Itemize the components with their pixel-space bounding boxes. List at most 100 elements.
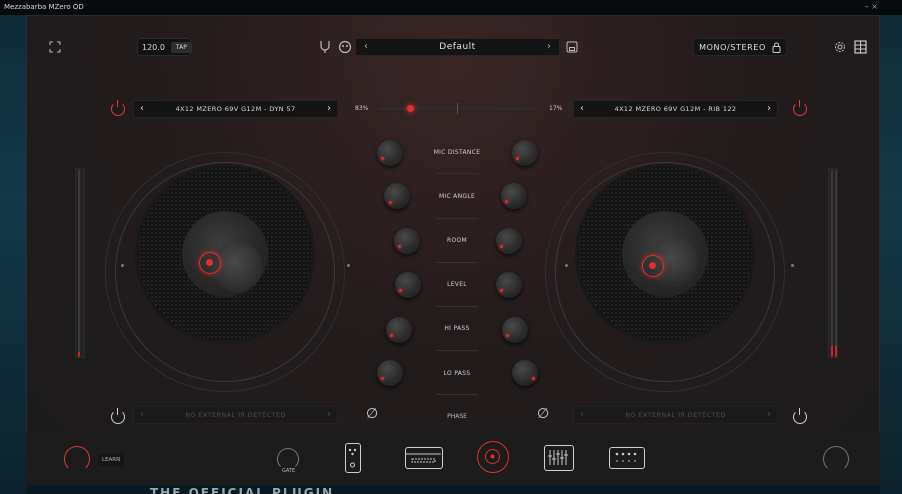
fx-rack-icon[interactable] [609,447,645,469]
window-controls[interactable]: – × [865,2,878,11]
preset-selector[interactable]: ‹ Default › [355,38,560,56]
input-gain-knob[interactable] [64,446,90,472]
learn-button[interactable]: LEARN [98,454,125,466]
cab-b-mic-distance-knob[interactable] [512,140,538,166]
param-divider [436,350,478,351]
speaker-marker [347,264,350,267]
fullscreen-icon[interactable] [46,38,64,56]
hi-pass-label: HI PASS [444,325,470,332]
speaker-marker [791,264,794,267]
cab-a-mic-position-handle[interactable] [199,252,221,274]
cab-a-mic-distance-knob[interactable] [377,140,403,166]
knob-indicator [381,377,384,380]
cab-a-prev-button[interactable]: ‹ [140,103,144,114]
cab-b-mic-angle-knob[interactable] [501,183,527,209]
output-gain-knob[interactable] [823,446,849,472]
knob-indicator [381,157,384,160]
knob-indicator [506,334,509,337]
pedal-icon[interactable] [345,443,361,473]
cab-a-ir-selector[interactable]: ‹ 4X12 MZERO 69V G12M - DYN 57 › [133,100,338,118]
tempo-box[interactable]: 120.0 TAP [137,38,192,56]
ext-ir-b-name: NO EXTERNAL IR DETECTED [625,411,726,419]
ext-ir-a-power-icon[interactable] [111,408,125,424]
cab-b-level-knob[interactable] [496,272,522,298]
level-label: LEVEL [447,281,467,288]
ext-ir-b-selector[interactable]: ‹ NO EXTERNAL IR DETECTED › [573,406,778,424]
amp-layout-icon[interactable] [851,38,869,56]
cab-b-room-knob[interactable] [496,228,522,254]
background-left [0,0,26,494]
meter-level [831,346,833,356]
output-meter-right [828,168,838,358]
cab-b-hi-pass-knob[interactable] [502,317,528,343]
cab-b-ir-selector[interactable]: ‹ 4X12 MZERO 69V G12M - RIB 122 › [573,100,778,118]
cab-b-ir-name: 4X12 MZERO 69V G12M - RIB 122 [614,105,737,113]
slider-center-mark [457,103,458,114]
cab-b-power-icon[interactable] [793,100,807,116]
ext-ir-a-prev-button[interactable]: ‹ [140,409,144,420]
cab-b-next-button[interactable]: › [767,103,771,114]
phase-b-button[interactable]: ∅ [537,406,549,422]
cab-a-hi-pass-knob[interactable] [386,317,412,343]
knob-indicator [516,157,519,160]
cab-a-mic-angle-knob[interactable] [384,183,410,209]
cab-a-level-knob[interactable] [395,272,421,298]
param-divider [436,306,478,307]
cab-b-lo-pass-knob[interactable] [512,360,538,386]
app-title: Mezzabarba MZero OD [4,3,84,11]
meter-level [78,352,80,356]
knob-indicator [505,200,508,203]
mono-stereo-toggle[interactable]: MONO/STEREO [693,38,787,56]
cabinet-icon[interactable] [477,441,509,473]
speaker-marker [565,264,568,267]
tuner-fork-icon[interactable] [316,38,334,56]
ext-ir-b-next-button[interactable]: › [767,409,771,420]
param-divider [436,173,478,174]
knob-indicator [532,377,535,380]
cab-a-power-icon[interactable] [111,100,125,116]
cab-a-speaker [105,152,350,392]
cab-a-lo-pass-knob[interactable] [377,360,403,386]
device-chain-bar [26,432,880,485]
preset-next-button[interactable]: › [547,41,551,52]
eq-rack-icon[interactable] [544,445,574,471]
gate-knob[interactable] [277,448,299,470]
settings-gear-icon[interactable] [831,38,849,56]
cab-a-room-knob[interactable] [394,228,420,254]
tempo-value[interactable]: 120.0 [142,43,165,52]
ext-ir-b-prev-button[interactable]: ‹ [580,409,584,420]
speaker-marker [121,264,124,267]
metronome-icon[interactable] [336,38,354,56]
save-icon[interactable] [563,38,581,56]
phase-label: PHASE [447,413,467,420]
lo-pass-label: LO PASS [443,370,471,377]
lock-icon[interactable] [772,42,781,53]
knob-indicator [399,289,402,292]
param-divider [436,218,478,219]
phase-a-button[interactable]: ∅ [366,406,378,422]
cab-b-mic-position-handle[interactable] [642,255,664,277]
knob-indicator [390,334,393,337]
meter-track-2 [835,170,837,358]
room-label: ROOM [447,237,467,244]
cab-b-speaker [545,152,794,392]
cab-b-prev-button[interactable]: ‹ [580,103,584,114]
param-divider [436,394,478,395]
ext-ir-a-next-button[interactable]: › [327,409,331,420]
mono-stereo-label: MONO/STEREO [699,42,766,52]
cab-mix-slider[interactable] [377,103,537,114]
background-caption: THE OFFICIAL PLUGIN [150,486,335,494]
knob-indicator [398,245,401,248]
cab-a-next-button[interactable]: › [327,103,331,114]
meter-track [831,170,833,358]
tap-button[interactable]: TAP [170,41,192,53]
meter-track [78,170,80,358]
param-divider [436,262,478,263]
mic-distance-label: MIC DISTANCE [433,149,481,156]
ext-ir-a-selector[interactable]: ‹ NO EXTERNAL IR DETECTED › [133,406,338,424]
input-meter-left [75,168,85,358]
background-right [880,0,902,494]
ext-ir-b-power-icon[interactable] [793,408,807,424]
preset-name[interactable]: Default [356,42,559,52]
amp-head-icon[interactable] [405,447,443,469]
